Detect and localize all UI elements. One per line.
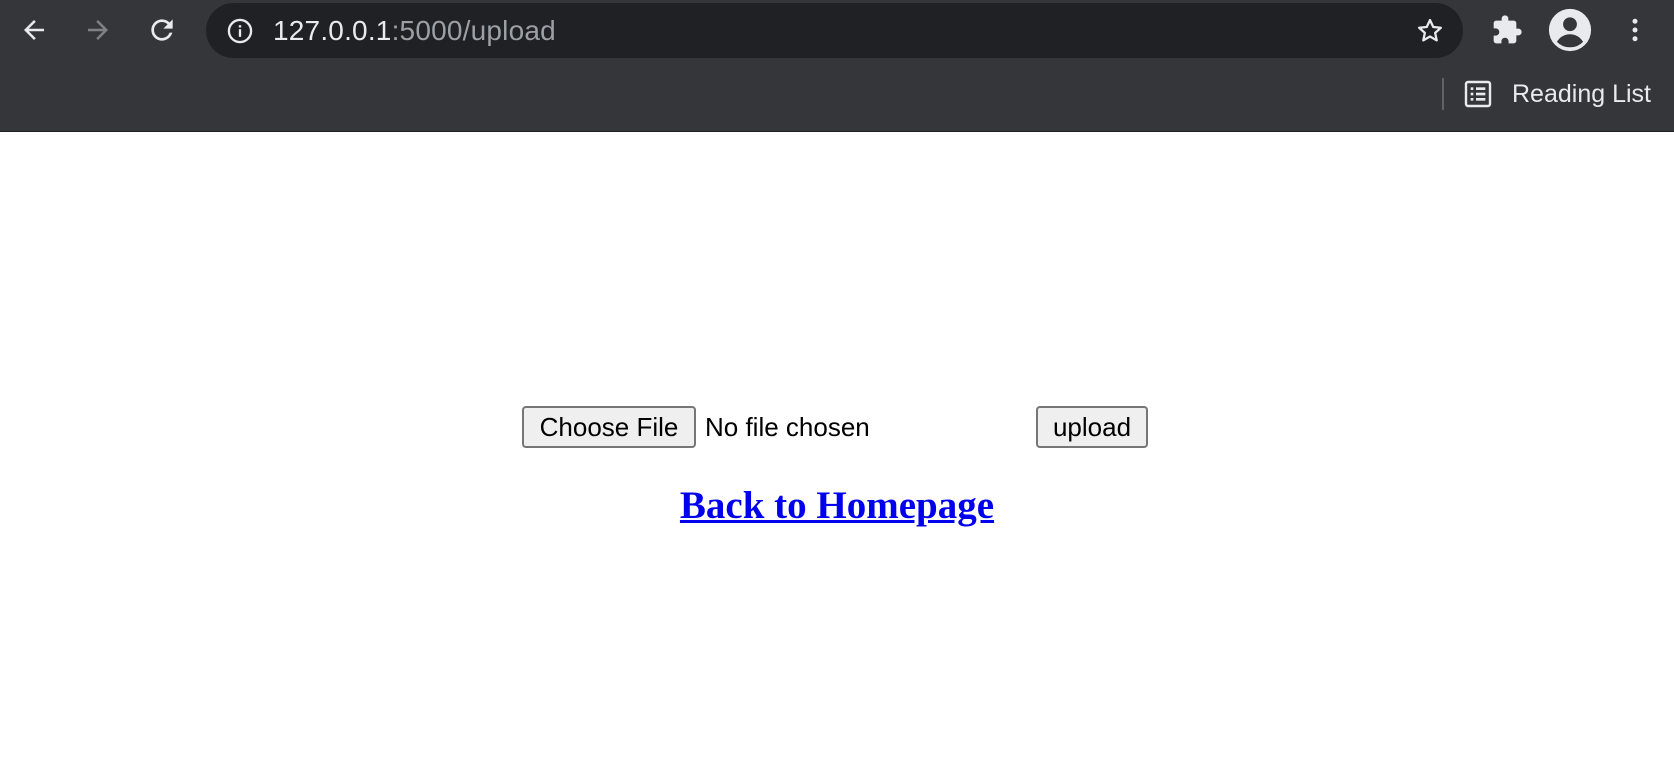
forward-button[interactable] (78, 10, 118, 50)
forward-arrow-icon (88, 20, 108, 40)
back-link-container: Back to Homepage (0, 484, 1674, 528)
url-text[interactable]: 127.0.0.1:5000/upload (273, 3, 556, 58)
star-icon (1418, 18, 1442, 42)
address-bar[interactable]: 127.0.0.1:5000/upload (206, 3, 1463, 58)
back-arrow-icon (24, 20, 44, 40)
upload-form: Choose File No file chosen upload (522, 406, 1152, 448)
profile-button[interactable] (1546, 6, 1594, 54)
back-button[interactable] (14, 10, 54, 50)
browser-chrome: 127.0.0.1:5000/upload Reading List (0, 0, 1674, 132)
back-to-homepage-link[interactable]: Back to Homepage (680, 484, 994, 527)
bookmark-button[interactable] (1413, 14, 1447, 48)
reload-icon (151, 19, 173, 41)
bookmarks-divider (1442, 78, 1444, 110)
reload-button[interactable] (142, 10, 182, 50)
url-path: :5000/upload (391, 15, 556, 46)
puzzle-icon (1493, 15, 1522, 44)
page-content: Choose File No file chosen upload Back t… (0, 132, 1674, 766)
upload-button[interactable]: upload (1036, 406, 1148, 448)
info-icon (227, 18, 253, 44)
profile-avatar-icon (1548, 8, 1592, 52)
reading-list-label: Reading List (1512, 79, 1651, 108)
reading-list-icon (1464, 80, 1492, 108)
browser-menu-button[interactable] (1615, 10, 1655, 50)
url-host: 127.0.0.1 (273, 15, 392, 46)
site-info-button[interactable] (226, 17, 254, 45)
extensions-button[interactable] (1487, 10, 1527, 50)
file-status-text: No file chosen (705, 412, 870, 442)
kebab-menu-icon (1632, 18, 1638, 42)
choose-file-button[interactable]: Choose File (522, 406, 696, 448)
reading-list-button[interactable]: Reading List (1462, 74, 1651, 114)
